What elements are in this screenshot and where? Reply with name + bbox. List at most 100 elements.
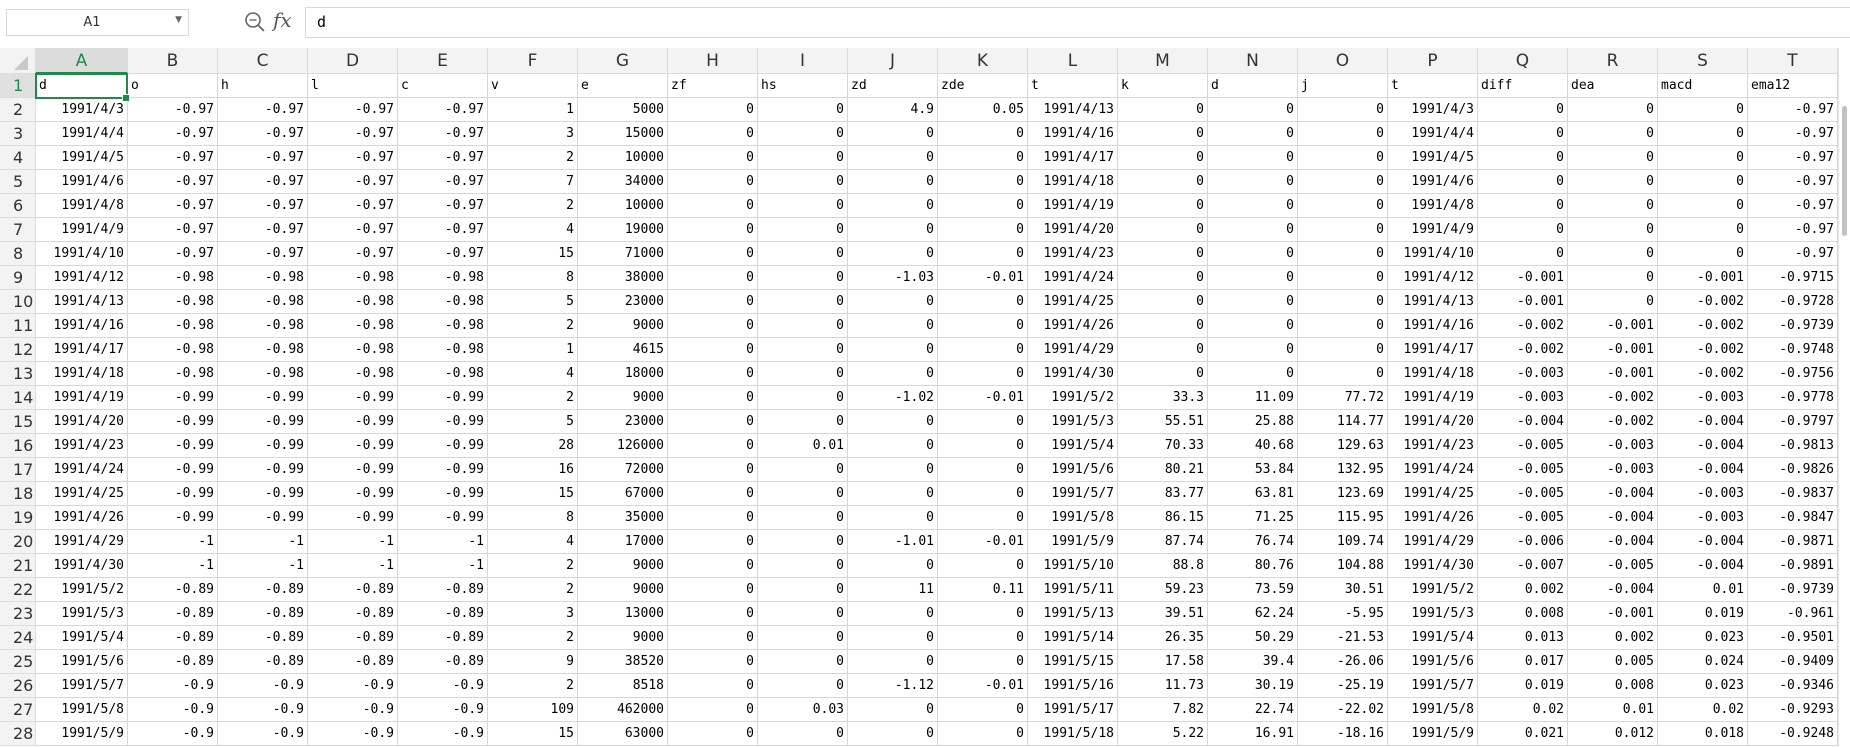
table-cell[interactable]: -0.97 <box>1748 170 1838 194</box>
table-cell[interactable]: -0.89 <box>128 626 218 650</box>
table-cell[interactable]: -0.97 <box>128 218 218 242</box>
table-cell[interactable]: 0 <box>758 194 848 218</box>
table-cell[interactable]: 0 <box>1478 98 1568 122</box>
table-cell[interactable]: 0 <box>1298 290 1388 314</box>
table-cell[interactable]: -0.9 <box>398 722 488 746</box>
table-cell[interactable]: 126000 <box>578 434 668 458</box>
column-header[interactable]: L <box>1028 48 1118 74</box>
table-cell[interactable]: -0.007 <box>1478 554 1568 578</box>
table-cell[interactable]: 0.02 <box>1658 698 1748 722</box>
table-cell[interactable]: 17.58 <box>1118 650 1208 674</box>
table-cell[interactable]: -0.005 <box>1568 554 1658 578</box>
table-cell[interactable]: 0 <box>848 194 938 218</box>
table-cell[interactable]: 0.023 <box>1658 674 1748 698</box>
row-header[interactable]: 18 <box>0 482 36 506</box>
table-cell[interactable]: -0.003 <box>1478 386 1568 410</box>
table-cell[interactable]: 28 <box>488 434 578 458</box>
table-cell[interactable]: -0.003 <box>1568 458 1658 482</box>
table-cell[interactable]: -0.9 <box>128 674 218 698</box>
table-cell[interactable]: 0 <box>1478 122 1568 146</box>
table-cell[interactable]: -0.99 <box>398 506 488 530</box>
table-cell[interactable]: 38520 <box>578 650 668 674</box>
table-cell[interactable]: -0.9778 <box>1748 386 1838 410</box>
table-cell[interactable]: 0 <box>1208 266 1298 290</box>
table-cell[interactable]: 0 <box>938 146 1028 170</box>
table-cell[interactable]: -0.99 <box>398 434 488 458</box>
table-cell[interactable]: 1991/4/3 <box>36 98 128 122</box>
table-cell[interactable]: -0.9346 <box>1748 674 1838 698</box>
table-cell[interactable]: 0 <box>758 650 848 674</box>
table-cell[interactable]: 0 <box>848 458 938 482</box>
table-cell[interactable]: 132.95 <box>1298 458 1388 482</box>
table-cell[interactable]: 0 <box>848 314 938 338</box>
table-cell[interactable]: 1 <box>488 338 578 362</box>
row-header[interactable]: 21 <box>0 554 36 578</box>
table-cell[interactable]: t <box>1028 74 1118 98</box>
table-cell[interactable]: -1 <box>308 530 398 554</box>
column-header[interactable]: H <box>668 48 758 74</box>
table-cell[interactable]: -0.99 <box>398 482 488 506</box>
table-cell[interactable]: -0.001 <box>1568 602 1658 626</box>
table-cell[interactable]: 33.3 <box>1118 386 1208 410</box>
row-header[interactable]: 22 <box>0 578 36 602</box>
table-cell[interactable]: 0 <box>1208 314 1298 338</box>
table-cell[interactable]: -0.97 <box>128 122 218 146</box>
table-cell[interactable]: 1991/5/13 <box>1028 602 1118 626</box>
table-cell[interactable]: -0.001 <box>1478 290 1568 314</box>
table-cell[interactable]: -0.99 <box>218 506 308 530</box>
table-cell[interactable]: 0.008 <box>1478 602 1568 626</box>
table-cell[interactable]: 0.01 <box>1568 698 1658 722</box>
table-cell[interactable]: macd <box>1658 74 1748 98</box>
table-cell[interactable]: 5000 <box>578 98 668 122</box>
table-cell[interactable]: -0.004 <box>1658 530 1748 554</box>
row-header[interactable]: 20 <box>0 530 36 554</box>
table-cell[interactable]: 0 <box>848 242 938 266</box>
table-cell[interactable]: -0.004 <box>1658 458 1748 482</box>
table-cell[interactable]: -0.9 <box>398 698 488 722</box>
table-cell[interactable]: 1991/5/4 <box>36 626 128 650</box>
table-cell[interactable]: 18000 <box>578 362 668 386</box>
table-cell[interactable]: -0.99 <box>308 386 398 410</box>
table-cell[interactable]: 1991/5/6 <box>1388 650 1478 674</box>
table-cell[interactable]: -0.002 <box>1568 410 1658 434</box>
table-cell[interactable]: 0 <box>848 218 938 242</box>
table-cell[interactable]: -0.97 <box>308 122 398 146</box>
table-cell[interactable]: 38000 <box>578 266 668 290</box>
table-cell[interactable]: -0.9748 <box>1748 338 1838 362</box>
row-header[interactable]: 9 <box>0 266 36 290</box>
table-cell[interactable]: 0 <box>1208 146 1298 170</box>
table-cell[interactable]: -0.9 <box>308 722 398 746</box>
table-cell[interactable]: 0 <box>1208 362 1298 386</box>
table-cell[interactable]: 1991/4/19 <box>1388 386 1478 410</box>
table-cell[interactable]: 1991/4/25 <box>1388 482 1478 506</box>
table-cell[interactable]: 1991/4/18 <box>1028 170 1118 194</box>
table-cell[interactable]: -0.9837 <box>1748 482 1838 506</box>
table-cell[interactable]: -0.003 <box>1658 482 1748 506</box>
table-cell[interactable]: 0.02 <box>1478 698 1568 722</box>
table-cell[interactable]: 114.77 <box>1298 410 1388 434</box>
table-cell[interactable]: -1 <box>308 554 398 578</box>
table-cell[interactable]: -0.9728 <box>1748 290 1838 314</box>
table-cell[interactable]: -0.002 <box>1478 314 1568 338</box>
table-cell[interactable]: 1991/4/17 <box>1388 338 1478 362</box>
table-cell[interactable]: 0 <box>1658 98 1748 122</box>
table-cell[interactable]: e <box>578 74 668 98</box>
table-cell[interactable]: 10000 <box>578 146 668 170</box>
table-cell[interactable]: 0 <box>1208 122 1298 146</box>
table-cell[interactable]: 104.88 <box>1298 554 1388 578</box>
table-cell[interactable]: -0.98 <box>308 266 398 290</box>
table-cell[interactable]: -0.97 <box>128 242 218 266</box>
table-cell[interactable]: -0.004 <box>1568 530 1658 554</box>
table-cell[interactable]: -0.97 <box>398 170 488 194</box>
table-cell[interactable]: -0.97 <box>1748 146 1838 170</box>
zoom-formula-icon[interactable] <box>244 11 266 33</box>
table-cell[interactable]: -0.98 <box>398 362 488 386</box>
table-cell[interactable]: -0.97 <box>128 170 218 194</box>
table-cell[interactable]: 1991/4/5 <box>1388 146 1478 170</box>
table-cell[interactable]: 0 <box>1298 242 1388 266</box>
table-cell[interactable]: -0.89 <box>308 650 398 674</box>
row-header[interactable]: 12 <box>0 338 36 362</box>
table-cell[interactable]: 0 <box>1568 146 1658 170</box>
table-cell[interactable]: -0.89 <box>128 650 218 674</box>
table-cell[interactable]: -0.97 <box>398 122 488 146</box>
